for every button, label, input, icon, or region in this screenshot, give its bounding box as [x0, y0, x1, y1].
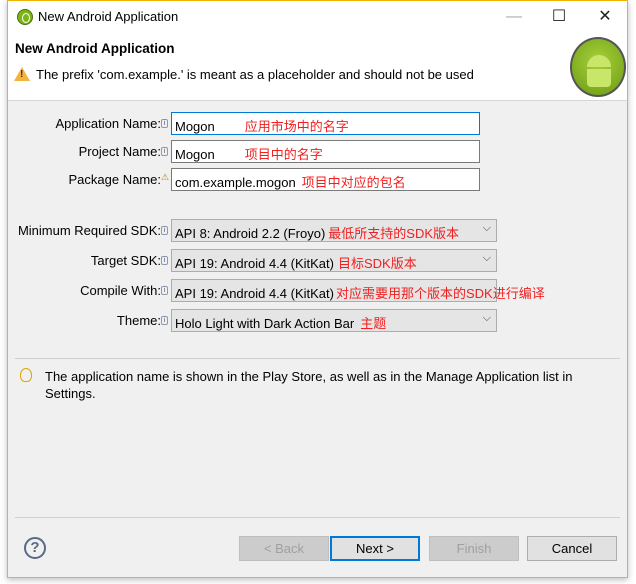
annotation: 对应需要用那个版本的SDK进行编译	[335, 286, 545, 301]
annotation: 最低所支持的SDK版本	[328, 226, 460, 241]
select-value: API 19: Android 4.4 (KitKat)	[175, 256, 334, 271]
theme-select[interactable]: Holo Light with Dark Action Bar 主题 ⌵	[171, 309, 497, 332]
package-name-input[interactable]: com.example.mogon 项目中对应的包名	[171, 168, 480, 191]
android-app-icon	[17, 9, 33, 25]
info-icon: i	[161, 286, 168, 295]
title-bar: New Android Application — ☐ ✕	[8, 1, 627, 33]
annotation: 目标SDK版本	[337, 256, 417, 271]
annotation: 项目中的名字	[244, 147, 323, 162]
chevron-down-icon: ⌵	[482, 252, 491, 264]
application-name-label: Application Name:	[55, 116, 162, 131]
select-value: Holo Light with Dark Action Bar	[175, 316, 355, 331]
target-sdk-select[interactable]: API 19: Android 4.4 (KitKat) 目标SDK版本 ⌵	[171, 249, 497, 272]
info-icon: i	[161, 226, 168, 235]
minimum-sdk-select[interactable]: API 8: Android 2.2 (Froyo) 最低所支持的SDK版本 ⌵	[171, 219, 497, 242]
help-icon[interactable]: ?	[24, 537, 46, 559]
project-name-input[interactable]: Mogon 项目中的名字	[171, 140, 480, 163]
compile-with-select[interactable]: API 19: Android 4.4 (KitKat) 对应需要用那个版本的SD…	[171, 279, 545, 302]
chevron-down-icon: ⌵	[482, 312, 491, 324]
wizard-header: New Android Application ! The prefix 'co…	[8, 33, 627, 101]
page-title: New Android Application	[15, 41, 175, 56]
close-button[interactable]: ✕	[585, 5, 625, 29]
info-icon: i	[161, 147, 168, 156]
finish-button[interactable]: Finish	[429, 536, 519, 561]
divider	[15, 358, 620, 359]
input-value: com.example.mogon	[175, 175, 296, 190]
package-name-label: Package Name:	[68, 172, 162, 187]
dialog-window: New Android Application — ☐ ✕ New Androi…	[7, 0, 628, 578]
minimum-sdk-label: Minimum Required SDK:	[17, 223, 161, 238]
chevron-down-icon: ⌵	[482, 222, 491, 234]
warning-message: The prefix 'com.example.' is meant as a …	[36, 67, 474, 82]
info-icon: i	[161, 256, 168, 265]
annotation: 应用市场中的名字	[244, 119, 349, 134]
back-button[interactable]: < Back	[239, 536, 329, 561]
input-value: Mogon	[175, 147, 215, 162]
project-name-label: Project Name:	[78, 144, 161, 159]
annotation: 项目中对应的包名	[301, 175, 406, 190]
android-logo-icon	[570, 37, 626, 97]
input-value: Mogon	[175, 119, 215, 134]
info-icon: i	[161, 316, 168, 325]
target-sdk-label: Target SDK:	[90, 253, 161, 268]
next-button[interactable]: Next >	[330, 536, 420, 561]
warning-icon: !	[14, 67, 30, 81]
info-icon: i	[161, 119, 168, 128]
window-title: New Android Application	[38, 9, 179, 24]
hint-text: The application name is shown in the Pla…	[45, 369, 573, 401]
lightbulb-icon	[20, 368, 32, 382]
theme-label: Theme:	[116, 313, 161, 328]
select-value: API 8: Android 2.2 (Froyo)	[175, 226, 326, 241]
select-value: API 19: Android 4.4 (KitKat)	[175, 286, 334, 301]
annotation: 主题	[360, 316, 387, 331]
compile-with-label: Compile With:	[80, 283, 161, 298]
divider	[15, 517, 620, 518]
cancel-button[interactable]: Cancel	[527, 536, 617, 561]
minimize-button[interactable]: —	[494, 5, 534, 29]
warning-small-icon: ⚠	[161, 172, 170, 182]
application-name-input[interactable]: Mogon 应用市场中的名字	[171, 112, 480, 135]
maximize-button[interactable]: ☐	[539, 5, 579, 29]
